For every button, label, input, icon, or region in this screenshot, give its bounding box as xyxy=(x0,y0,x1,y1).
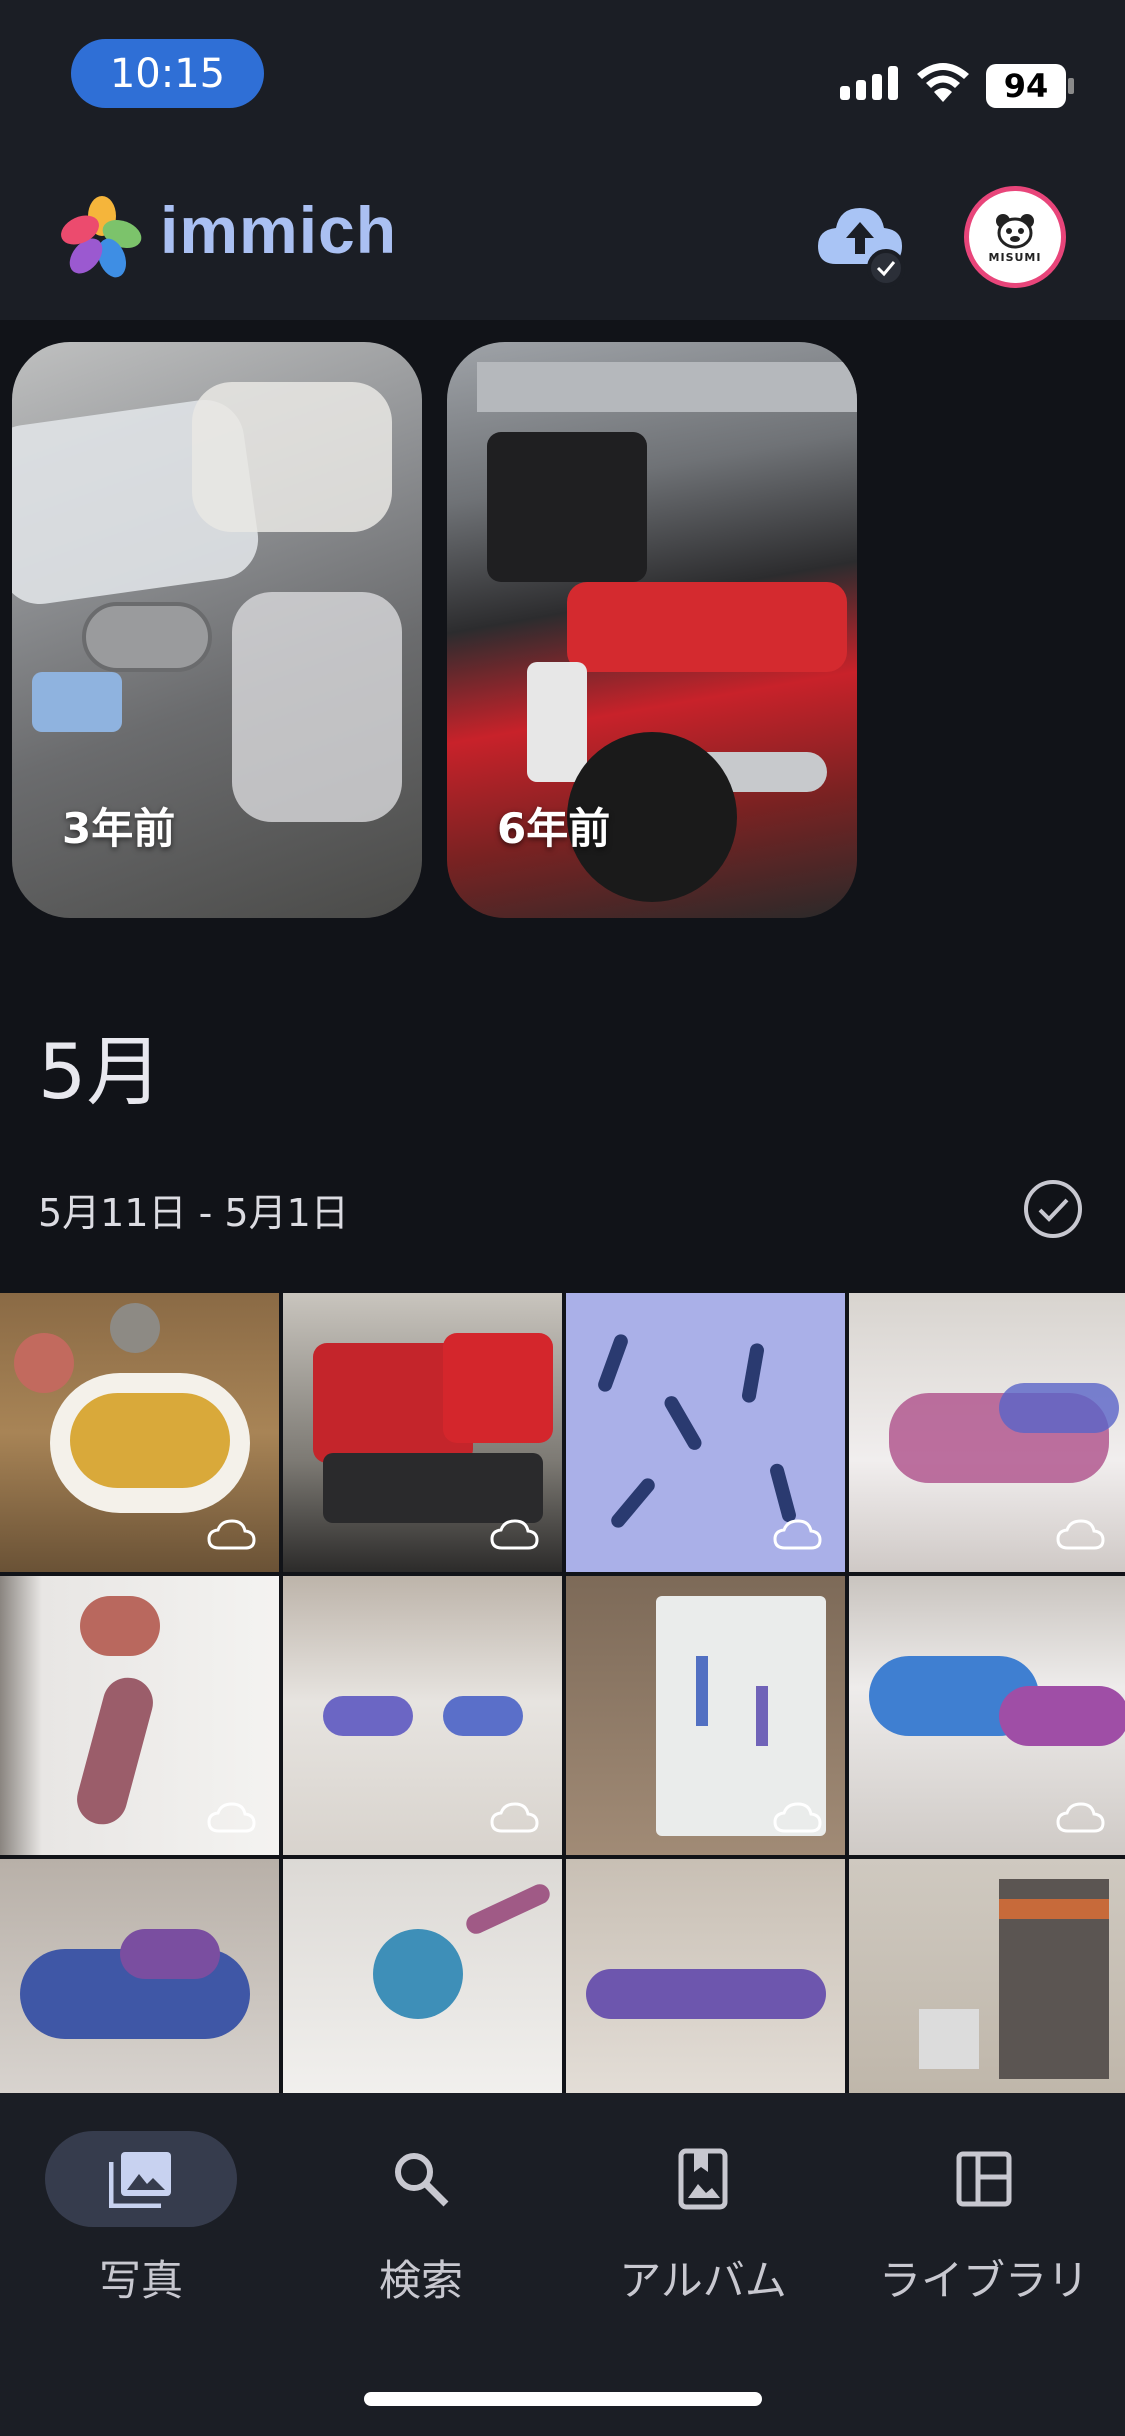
cloud-icon xyxy=(1056,1802,1105,1833)
nav-tab-search[interactable]: 検索 xyxy=(301,2131,541,2308)
photo-thumbnail[interactable] xyxy=(566,1576,845,1855)
wifi-icon xyxy=(917,63,969,102)
nav-tab-albums[interactable]: アルバム xyxy=(583,2131,823,2308)
photo-thumbnail[interactable] xyxy=(849,1576,1125,1855)
nav-tab-library[interactable]: ライブラリ xyxy=(864,2131,1104,2308)
album-icon xyxy=(678,2148,728,2210)
photo-thumbnail[interactable] xyxy=(283,1293,562,1572)
immich-logo-icon xyxy=(61,196,142,278)
nav-tab-photos[interactable]: 写真 xyxy=(21,2131,261,2308)
memory-card-1[interactable]: 3年前 xyxy=(12,342,422,918)
nav-label: アルバム xyxy=(619,2256,787,2305)
home-indicator xyxy=(364,2392,762,2406)
photo-thumbnail[interactable] xyxy=(849,1859,1125,2093)
user-avatar[interactable]: MISUMI xyxy=(964,186,1066,288)
library-icon xyxy=(956,2151,1012,2207)
status-bar: 10:15 94 xyxy=(0,0,1125,140)
cellular-signal-icon xyxy=(840,66,898,100)
memory-card-2[interactable]: 6年前 xyxy=(447,342,857,918)
bottom-navigation: 写真 検索 アルバム ライブラリ xyxy=(0,2093,1125,2436)
nav-icon-container xyxy=(888,2131,1080,2227)
photo-thumbnail[interactable] xyxy=(849,1293,1125,1572)
photo-thumbnail[interactable] xyxy=(0,1859,279,2093)
nav-icon-container xyxy=(325,2131,517,2227)
battery-nub xyxy=(1068,78,1074,94)
nav-label: 検索 xyxy=(378,2256,463,2305)
photo-thumbnail[interactable] xyxy=(283,1859,562,2093)
status-time: 10:15 xyxy=(71,39,264,108)
nav-active-indicator xyxy=(45,2131,237,2227)
memory-label: 6年前 xyxy=(497,804,611,853)
app-bar: immich MISUMI xyxy=(0,140,1125,320)
photo-thumbnail[interactable] xyxy=(0,1576,279,1855)
avatar-label: MISUMI xyxy=(988,250,1042,264)
cloud-icon xyxy=(207,1802,256,1833)
bear-avatar-icon xyxy=(996,213,1034,248)
photos-icon xyxy=(109,2152,171,2208)
cloud-icon xyxy=(490,1519,539,1550)
cloud-icon xyxy=(490,1802,539,1833)
nav-label: 写真 xyxy=(98,2256,183,2305)
photo-thumbnail[interactable] xyxy=(0,1293,279,1572)
photo-grid xyxy=(0,1293,1125,2093)
cloud-icon xyxy=(1056,1519,1105,1550)
search-icon xyxy=(395,2153,449,2207)
select-group-check-icon[interactable] xyxy=(1022,1178,1084,1240)
cloud-icon xyxy=(773,1802,822,1833)
photo-thumbnail[interactable] xyxy=(283,1576,562,1855)
month-header: 5月 xyxy=(38,1027,163,1116)
cloud-icon xyxy=(773,1519,822,1550)
cloud-icon xyxy=(207,1519,256,1550)
battery-indicator: 94 xyxy=(986,64,1066,108)
photo-thumbnail[interactable] xyxy=(566,1293,845,1572)
cloud-upload-icon[interactable] xyxy=(814,198,910,288)
memory-label: 3年前 xyxy=(62,804,176,853)
nav-label: ライブラリ xyxy=(878,2256,1089,2305)
photo-thumbnail[interactable] xyxy=(566,1859,845,2093)
app-brand-title: immich xyxy=(160,193,398,267)
nav-icon-container xyxy=(607,2131,799,2227)
date-range-header: 5月11日 - 5月1日 xyxy=(38,1191,349,1235)
